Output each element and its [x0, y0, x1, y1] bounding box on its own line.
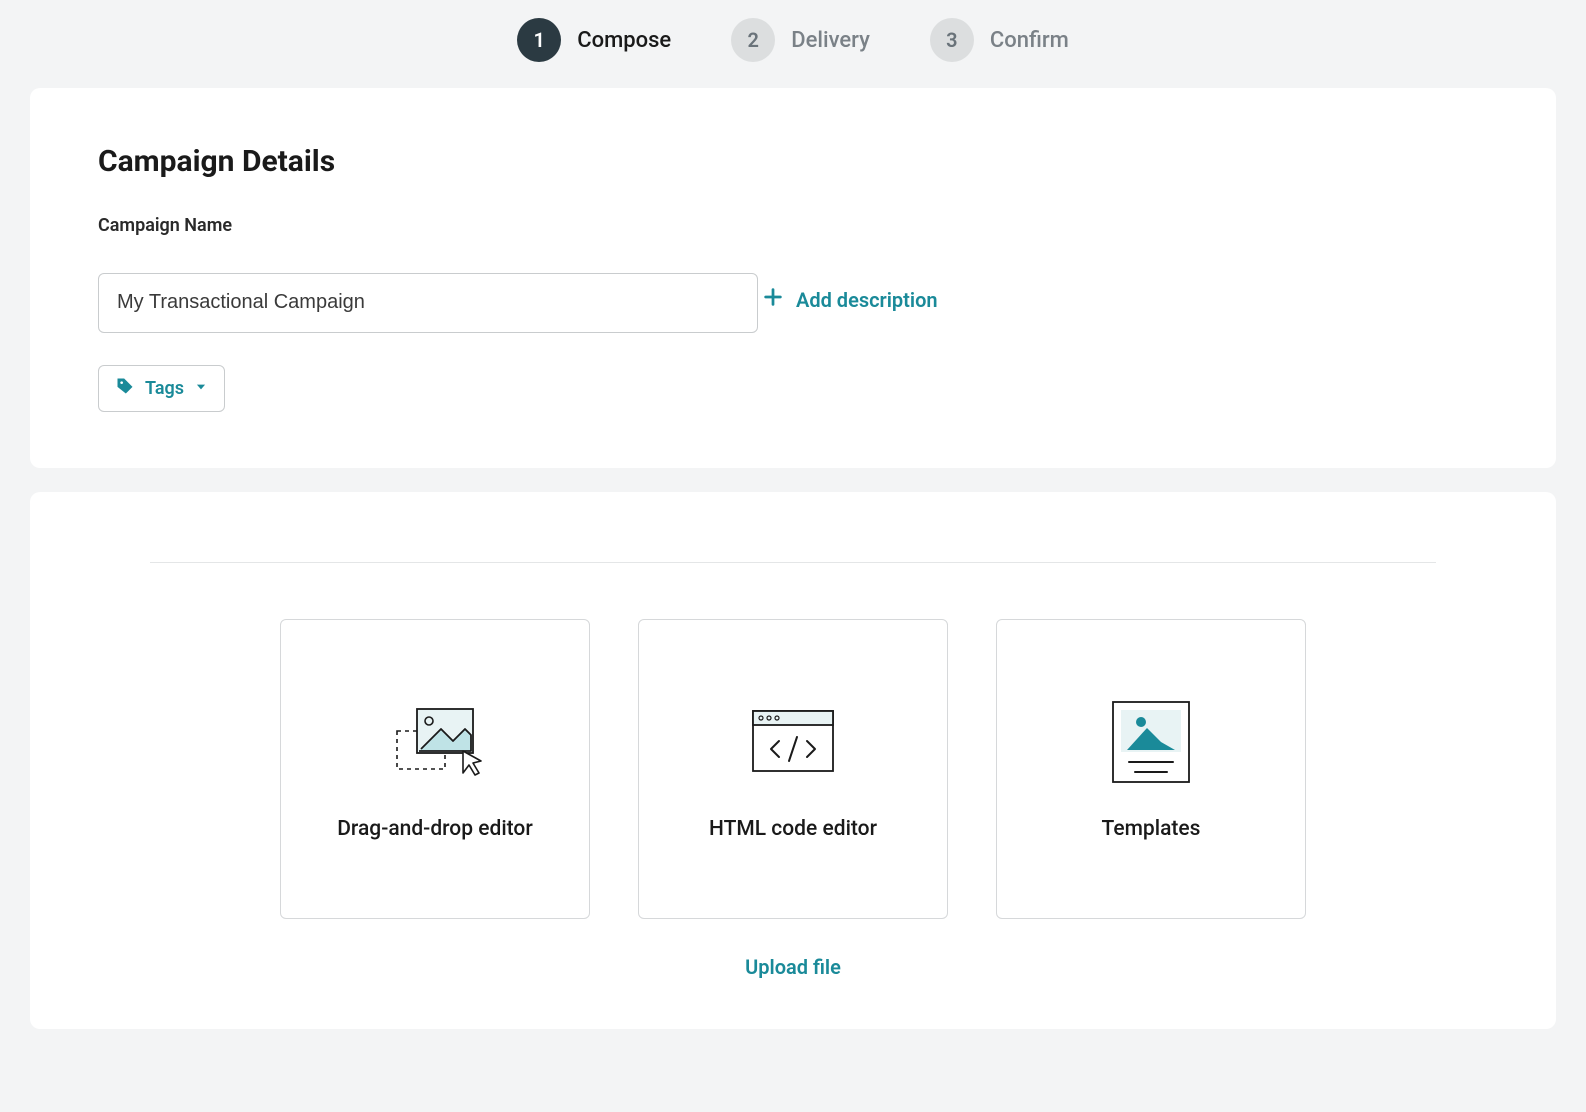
plus-icon: [762, 286, 784, 313]
step-compose[interactable]: 1 Compose: [517, 18, 671, 62]
add-description-button[interactable]: Add description: [762, 286, 938, 313]
tags-label: Tags: [145, 378, 184, 399]
step-delivery[interactable]: 2 Delivery: [731, 18, 870, 62]
option-drag-and-drop[interactable]: Drag-and-drop editor: [280, 619, 590, 919]
option-html-code-label: HTML code editor: [709, 817, 877, 841]
editor-options-card: Drag-and-drop editor HTML code editor: [30, 492, 1556, 1029]
option-html-code[interactable]: HTML code editor: [638, 619, 948, 919]
stepper: 1 Compose 2 Delivery 3 Confirm: [30, 0, 1556, 88]
campaign-details-title: Campaign Details: [98, 144, 1488, 179]
step-number-delivery: 2: [731, 18, 775, 62]
editor-options-row: Drag-and-drop editor HTML code editor: [150, 619, 1436, 919]
step-label-delivery: Delivery: [791, 28, 870, 53]
chevron-down-icon: [194, 378, 208, 399]
step-number-compose: 1: [517, 18, 561, 62]
upload-file-link[interactable]: Upload file: [150, 955, 1436, 979]
template-icon: [1101, 697, 1201, 787]
option-templates-label: Templates: [1102, 817, 1201, 841]
step-label-compose: Compose: [577, 28, 671, 53]
divider: [150, 562, 1436, 563]
code-window-icon: [743, 697, 843, 787]
step-confirm[interactable]: 3 Confirm: [930, 18, 1069, 62]
step-label-confirm: Confirm: [990, 28, 1069, 53]
campaign-name-input[interactable]: [98, 273, 758, 333]
campaign-details-card: Campaign Details Campaign Name Add descr…: [30, 88, 1556, 468]
tags-dropdown[interactable]: Tags: [98, 365, 225, 412]
campaign-name-label: Campaign Name: [98, 215, 1488, 236]
option-templates[interactable]: Templates: [996, 619, 1306, 919]
option-drag-and-drop-label: Drag-and-drop editor: [337, 817, 533, 841]
add-description-label: Add description: [796, 288, 938, 312]
step-number-confirm: 3: [930, 18, 974, 62]
tag-icon: [115, 376, 135, 401]
image-cursor-icon: [385, 697, 485, 787]
